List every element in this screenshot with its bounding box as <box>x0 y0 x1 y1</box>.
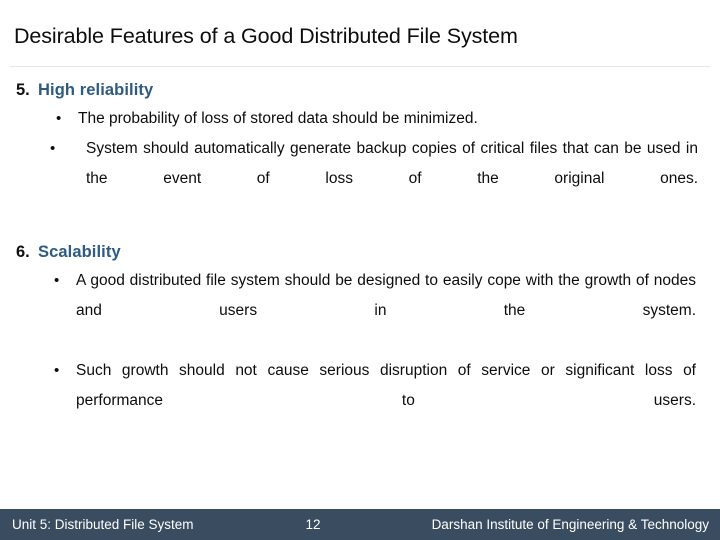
footer-unit-label: Unit 5: Distributed File System <box>12 517 194 532</box>
section-title: Scalability <box>38 243 121 261</box>
footer-page-number: 12 <box>305 517 321 532</box>
section-high-reliability: 5. High reliability • The probability of… <box>0 78 720 224</box>
list-item-text: A good distributed file system should be… <box>76 272 696 319</box>
section-scalability: 6. Scalability • A good distributed file… <box>0 240 720 446</box>
section-heading-row: 6. Scalability <box>0 240 720 264</box>
bullet-icon: • <box>56 110 62 127</box>
section-title: High reliability <box>38 81 154 99</box>
list-item-text: Such growth should not cause serious dis… <box>76 362 696 409</box>
bullet-icon: • <box>50 140 56 157</box>
section-heading-row: 5. High reliability <box>0 78 720 102</box>
list-item: • System should automatically generate b… <box>0 134 720 224</box>
list-item-text: System should automatically generate bac… <box>86 140 698 187</box>
list-item: • A good distributed file system should … <box>0 266 720 356</box>
footer-institute-label: Darshan Institute of Engineering & Techn… <box>431 517 709 532</box>
list-item-text: The probability of loss of stored data s… <box>78 110 478 127</box>
slide-title-area: Desirable Features of a Good Distributed… <box>0 22 720 68</box>
page-title: Desirable Features of a Good Distributed… <box>14 24 518 48</box>
bullet-icon: • <box>54 272 60 289</box>
bullet-icon: • <box>54 362 60 379</box>
slide-footer: Unit 5: Distributed File System 12 Darsh… <box>0 509 720 540</box>
presentation-slide: Desirable Features of a Good Distributed… <box>0 0 720 540</box>
section-number: 6. <box>16 243 30 261</box>
title-divider <box>10 66 710 67</box>
slide-body: 5. High reliability • The probability of… <box>0 78 720 446</box>
section-number: 5. <box>16 81 30 99</box>
list-item: • Such growth should not cause serious d… <box>0 356 720 446</box>
list-item: • The probability of loss of stored data… <box>0 104 720 134</box>
